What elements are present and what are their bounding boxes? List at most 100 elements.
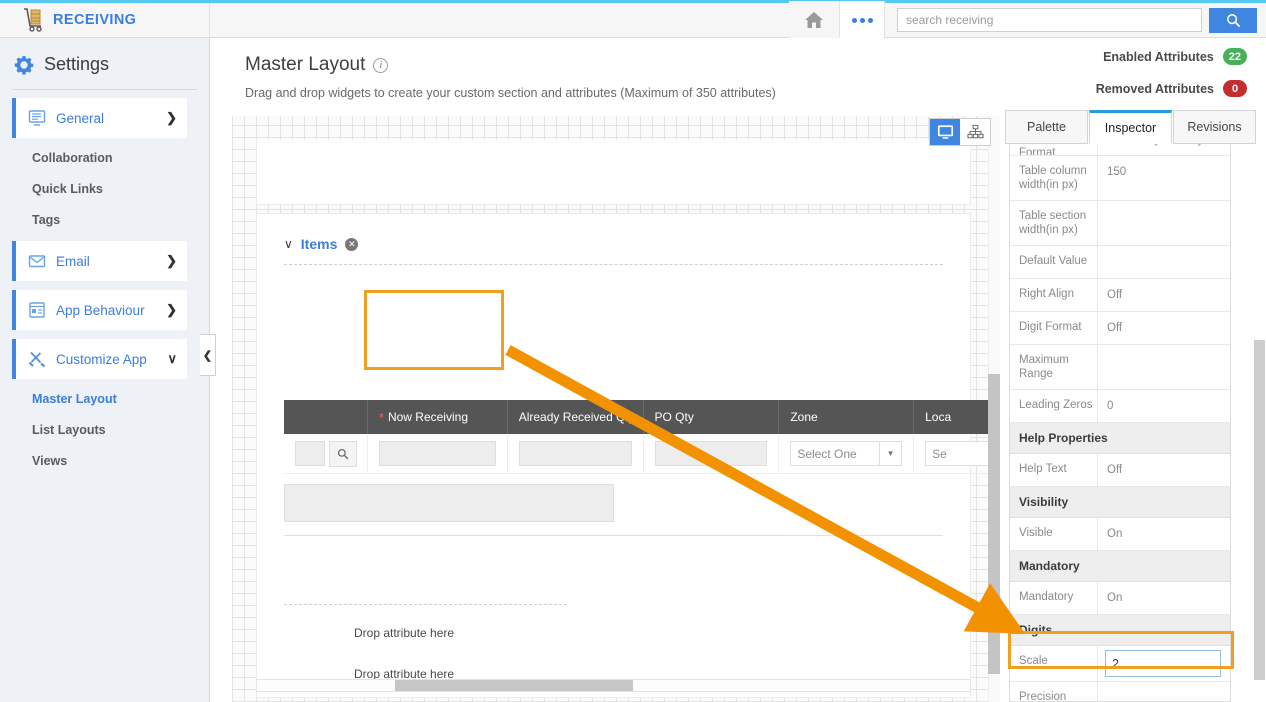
sidebar-group-email[interactable]: Email ❯ (12, 241, 187, 281)
property-row-visible[interactable]: Visible On (1010, 518, 1230, 551)
property-row-mandatory[interactable]: Mandatory On (1010, 582, 1230, 615)
canvas-sheet-main[interactable]: ∨ Items ✕ * Now Receiving Already Receiv… (256, 213, 1000, 698)
canvas-vscroll-thumb[interactable] (988, 374, 1000, 674)
inspector-vertical-scrollbar[interactable] (1254, 144, 1266, 702)
zone-select[interactable]: Select One ▼ (790, 441, 903, 466)
property-key: Mandatory (1010, 582, 1098, 614)
property-key: Help Text (1010, 454, 1098, 486)
canvas-sheet-top[interactable] (256, 140, 971, 205)
property-value[interactable]: Off (1098, 454, 1230, 486)
brand-title: RECEIVING (53, 12, 137, 28)
column-label: Already Received Qty (518, 410, 635, 424)
search-input[interactable] (897, 8, 1202, 32)
sidebar-item-quick-links[interactable]: Quick Links (0, 169, 209, 200)
inspector-vscroll-thumb[interactable] (1254, 340, 1265, 680)
section-title: Items (300, 236, 338, 252)
property-row-clipped[interactable]: Number Format Default By Country (1010, 144, 1230, 156)
table-column-header-now-receiving[interactable]: * Now Receiving (368, 400, 508, 434)
monitor-icon (28, 110, 46, 126)
wide-attribute-field[interactable] (284, 484, 614, 522)
more-dots-icon (851, 17, 873, 23)
close-circle-icon[interactable]: ✕ (345, 237, 359, 251)
zone-select-value: Select One (797, 446, 857, 461)
property-value[interactable] (1098, 682, 1230, 701)
chevron-right-icon: ❯ (166, 302, 177, 317)
chevron-right-icon: ❯ (166, 110, 177, 125)
sidebar-item-collaboration[interactable]: Collaboration (0, 138, 209, 169)
column-label: PO Qty (654, 410, 694, 424)
property-row-precision[interactable]: Precision (1010, 682, 1230, 701)
desktop-icon (937, 125, 953, 139)
view-toggle-sitemap[interactable] (960, 119, 990, 145)
sidebar-group-customize-app[interactable]: Customize App ∨ (12, 339, 187, 379)
tab-revisions[interactable]: Revisions (1173, 110, 1256, 144)
property-row-scale[interactable]: Scale (1010, 646, 1230, 682)
table-column-header-po-qty[interactable]: PO Qty (644, 400, 780, 434)
property-value[interactable]: 150 (1098, 156, 1230, 200)
required-asterisk-icon: * (378, 409, 384, 425)
sidebar-group-app-behaviour[interactable]: App Behaviour ❯ (12, 290, 187, 330)
drop-hint-1[interactable]: Drop attribute here (354, 626, 454, 640)
property-value[interactable] (1098, 345, 1230, 389)
property-key: Maximum Range (1010, 345, 1098, 389)
table-column-header-zone[interactable]: Zone (779, 400, 915, 434)
property-row-digit-format[interactable]: Digit Format Off (1010, 312, 1230, 345)
layout-canvas[interactable]: ∨ Items ✕ * Now Receiving Already Receiv… (232, 116, 1001, 702)
canvas-hscroll-thumb[interactable] (395, 680, 633, 691)
sidebar-collapse-handle[interactable]: ❮ (200, 334, 216, 376)
property-row-leading-zeros[interactable]: Leading Zeros 0 (1010, 390, 1230, 423)
property-row-right-align[interactable]: Right Align Off (1010, 279, 1230, 312)
brand[interactable]: RECEIVING (0, 3, 210, 37)
sidebar-item-views[interactable]: Views (0, 441, 209, 472)
scale-input[interactable] (1105, 650, 1221, 677)
canvas-vertical-scrollbar[interactable] (988, 116, 1000, 702)
view-toggle (929, 118, 991, 146)
property-group-digits: Digits (1010, 615, 1230, 646)
property-row-default-value[interactable]: Default Value (1010, 246, 1230, 279)
now-receiving-input[interactable] (378, 441, 496, 466)
property-value[interactable]: On (1098, 582, 1230, 614)
home-icon (805, 12, 823, 28)
table-column-header[interactable] (284, 400, 368, 434)
attribute-stats: Enabled Attributes 22 Removed Attributes… (1096, 48, 1247, 112)
sidebar-item-master-layout[interactable]: Master Layout (0, 379, 209, 410)
chevron-down-icon[interactable]: ∨ (284, 237, 293, 251)
row-divider (257, 535, 970, 536)
sidebar-item-tags[interactable]: Tags (0, 200, 209, 231)
property-row-table-column-width[interactable]: Table column width(in px) 150 (1010, 156, 1230, 201)
property-value[interactable]: Off (1098, 312, 1230, 344)
search-cell-input[interactable] (295, 441, 325, 466)
property-value[interactable]: Off (1098, 279, 1230, 311)
property-value[interactable]: On (1098, 518, 1230, 550)
tab-palette[interactable]: Palette (1005, 110, 1088, 144)
stat-enabled-attributes: Enabled Attributes 22 (1096, 48, 1247, 65)
property-row-table-section-width[interactable]: Table section width(in px) (1010, 201, 1230, 246)
status-badge: 0 (1223, 80, 1247, 97)
inspector-properties-list[interactable]: Number Format Default By Country Table c… (1009, 144, 1231, 702)
column-label: Loca (925, 410, 952, 424)
sidebar-group-general[interactable]: General ❯ (12, 98, 187, 138)
chevron-left-icon: ❮ (202, 349, 213, 362)
property-row-maximum-range[interactable]: Maximum Range (1010, 345, 1230, 390)
more-menu-button[interactable] (839, 1, 885, 39)
property-value[interactable] (1098, 201, 1230, 245)
inspector-tabs: Palette Inspector Revisions (1000, 110, 1266, 144)
property-value[interactable] (1098, 246, 1230, 278)
tab-inspector[interactable]: Inspector (1089, 110, 1172, 144)
sidebar-children-customize: Master Layout List Layouts Views (0, 379, 209, 482)
sidebar-item-list-layouts[interactable]: List Layouts (0, 410, 209, 441)
already-received-input[interactable] (518, 441, 632, 466)
search-cell-button[interactable] (329, 440, 357, 467)
info-icon[interactable]: i (373, 57, 389, 73)
property-group-help-properties: Help Properties (1010, 423, 1230, 454)
po-qty-input[interactable] (654, 441, 768, 466)
property-row-help-text[interactable]: Help Text Off (1010, 454, 1230, 487)
property-key: Leading Zeros (1010, 390, 1098, 422)
section-header-items[interactable]: ∨ Items ✕ (257, 214, 970, 252)
home-button[interactable] (789, 1, 839, 39)
canvas-horizontal-scrollbar[interactable] (256, 679, 971, 692)
property-value[interactable]: 0 (1098, 390, 1230, 422)
view-toggle-desktop[interactable] (930, 119, 960, 145)
table-column-header-already-received[interactable]: Already Received Qty (508, 400, 644, 434)
search-submit-button[interactable] (1209, 7, 1257, 33)
